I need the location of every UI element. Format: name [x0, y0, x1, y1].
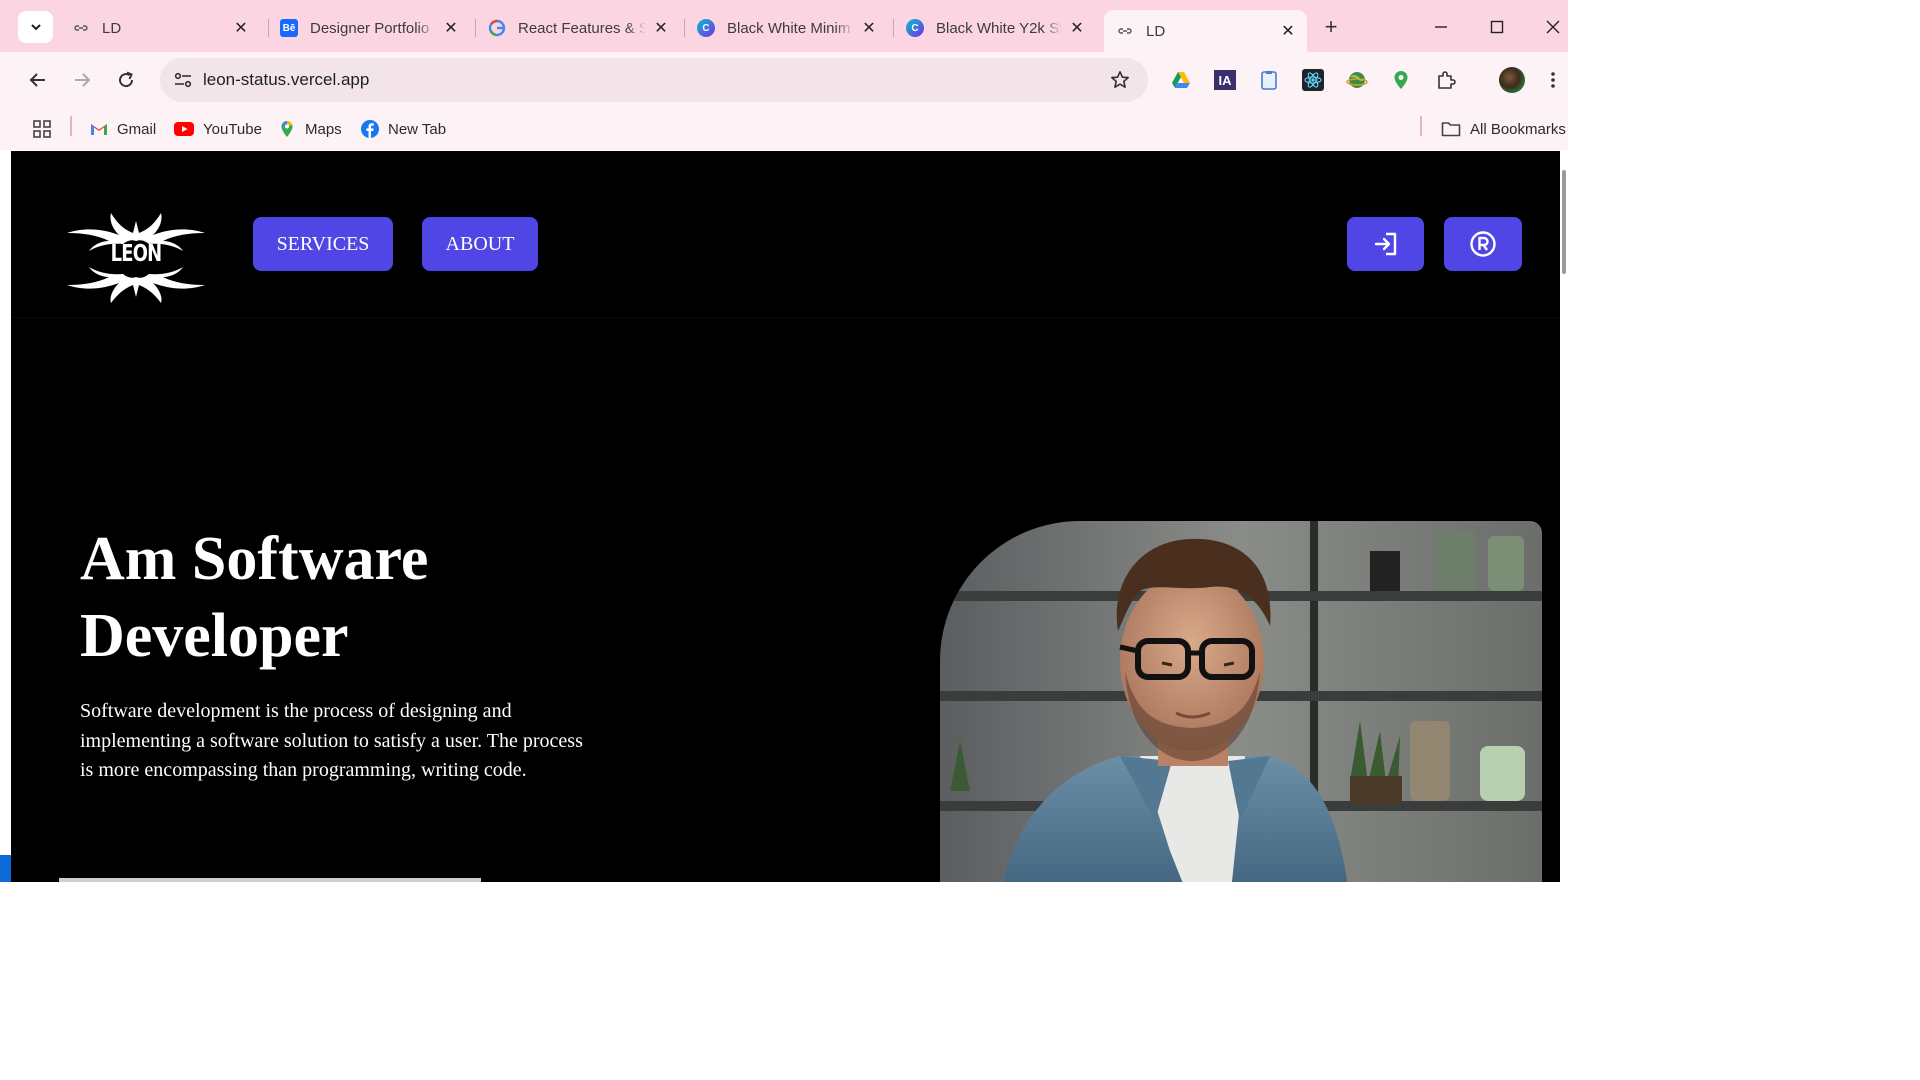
new-tab-plus-icon[interactable]: +	[1318, 14, 1344, 40]
more-menu-icon[interactable]	[1544, 68, 1562, 92]
apps-grid-icon[interactable]	[33, 116, 51, 142]
close-icon[interactable]: ✕	[1068, 19, 1086, 37]
reload-icon[interactable]	[110, 64, 142, 96]
taskbar-edge	[0, 855, 11, 882]
services-button[interactable]: SERVICES	[253, 217, 393, 271]
puzzle-icon[interactable]	[1434, 68, 1458, 92]
link-icon	[72, 19, 90, 37]
close-icon[interactable]: ✕	[442, 19, 460, 37]
tab-black-white-minimal[interactable]: C Black White Minim ✕	[685, 10, 888, 46]
login-button[interactable]	[1347, 217, 1424, 271]
google-icon	[488, 19, 506, 37]
address-bar[interactable]: leon-status.vercel.app	[160, 58, 1148, 102]
tab-black-white-y2k[interactable]: C Black White Y2k St ✕	[894, 10, 1096, 46]
bookmark-label: Gmail	[117, 120, 157, 138]
tab-title: Black White Y2k St	[936, 19, 1062, 37]
window-close-icon[interactable]	[1538, 12, 1568, 42]
hero-photo-developer	[940, 521, 1542, 882]
behance-icon: Bē	[280, 19, 298, 37]
gmail-icon	[90, 120, 108, 138]
close-icon[interactable]: ✕	[232, 19, 250, 37]
facebook-icon	[361, 120, 379, 138]
profile-avatar[interactable]	[1498, 66, 1526, 94]
close-icon[interactable]: ✕	[860, 19, 878, 37]
hero-description: Software development is the process of d…	[80, 700, 583, 781]
logo-text: LEON	[110, 241, 163, 267]
tab-designer-portfolio[interactable]: Bē Designer Portfolio ✕	[268, 10, 470, 46]
about-button[interactable]: ABOUT	[422, 217, 538, 271]
youtube-icon	[174, 120, 194, 138]
all-bookmarks-label: All Bookmarks	[1470, 120, 1566, 138]
site-logo[interactable]: LEON	[65, 211, 207, 303]
canva-icon: C	[906, 19, 924, 37]
tab-title: Black White Minim	[727, 19, 851, 37]
tab-react-features[interactable]: React Features & S ✕	[476, 10, 680, 46]
all-bookmarks-button[interactable]: All Bookmarks	[1441, 116, 1566, 142]
tab-title: LD	[1146, 22, 1166, 40]
chevron-down-icon	[30, 24, 41, 31]
registered-icon	[1470, 231, 1496, 257]
bookmark-label: YouTube	[203, 120, 262, 138]
tab-title: Designer Portfolio	[310, 19, 430, 37]
scrollbar-thumb[interactable]	[1562, 170, 1566, 274]
close-icon[interactable]: ✕	[1279, 22, 1297, 40]
bookmark-label: New Tab	[388, 120, 447, 138]
browser-toolbar: leon-status.vercel.app IA	[0, 52, 1568, 108]
login-icon	[1374, 232, 1396, 256]
tab-search-button[interactable]	[18, 11, 53, 43]
url-text: leon-status.vercel.app	[203, 70, 370, 89]
maps-icon	[278, 120, 296, 138]
hero-title: Am Software Developer	[80, 525, 429, 670]
tab-title: LD	[102, 19, 122, 37]
folder-icon	[1441, 120, 1461, 138]
bookmarks-divider	[1420, 116, 1422, 136]
react-devtools-icon[interactable]	[1301, 68, 1325, 92]
globe-icon[interactable]	[1345, 68, 1369, 92]
bookmarks-divider	[70, 116, 72, 136]
minimize-icon[interactable]	[1426, 12, 1456, 42]
developer-portrait-image	[940, 521, 1542, 882]
ia-icon[interactable]: IA	[1213, 68, 1237, 92]
bookmark-gmail[interactable]: Gmail	[90, 116, 156, 142]
maps-pin-icon[interactable]	[1389, 68, 1413, 92]
google-drive-icon[interactable]	[1169, 68, 1193, 92]
bookmark-new-tab[interactable]: New Tab	[361, 116, 446, 142]
bookmark-youtube[interactable]: YouTube	[174, 116, 262, 142]
tab-ld-active[interactable]: LD ✕	[1104, 10, 1307, 52]
site-header: LEON SERVICES ABOUT	[11, 151, 1560, 319]
back-arrow-icon[interactable]	[22, 64, 54, 96]
forward-arrow-icon[interactable]	[66, 64, 98, 96]
tab-title: React Features & S	[518, 19, 646, 37]
horizontal-scroll-indicator	[59, 878, 481, 882]
tab-strip: LD ✕ Bē Designer Portfolio ✕ React Featu…	[0, 0, 1568, 52]
clipboard-icon[interactable]	[1257, 68, 1281, 92]
bookmark-star-icon[interactable]	[1108, 68, 1132, 92]
tab-ld-1[interactable]: LD ✕	[60, 10, 260, 46]
header-divider	[11, 317, 1560, 318]
bookmark-maps[interactable]: Maps	[278, 116, 342, 142]
close-icon[interactable]: ✕	[652, 19, 670, 37]
register-button[interactable]	[1444, 217, 1522, 271]
link-icon	[1116, 22, 1134, 40]
bookmarks-bar: Gmail YouTube Maps New Tab All Bookmarks	[0, 108, 1568, 150]
canva-icon: C	[697, 19, 715, 37]
page-viewport: LEON SERVICES ABOUT Am Software Develope…	[11, 151, 1560, 882]
site-settings-icon[interactable]	[168, 65, 198, 95]
maximize-icon[interactable]	[1482, 12, 1512, 42]
bookmark-label: Maps	[305, 120, 342, 138]
